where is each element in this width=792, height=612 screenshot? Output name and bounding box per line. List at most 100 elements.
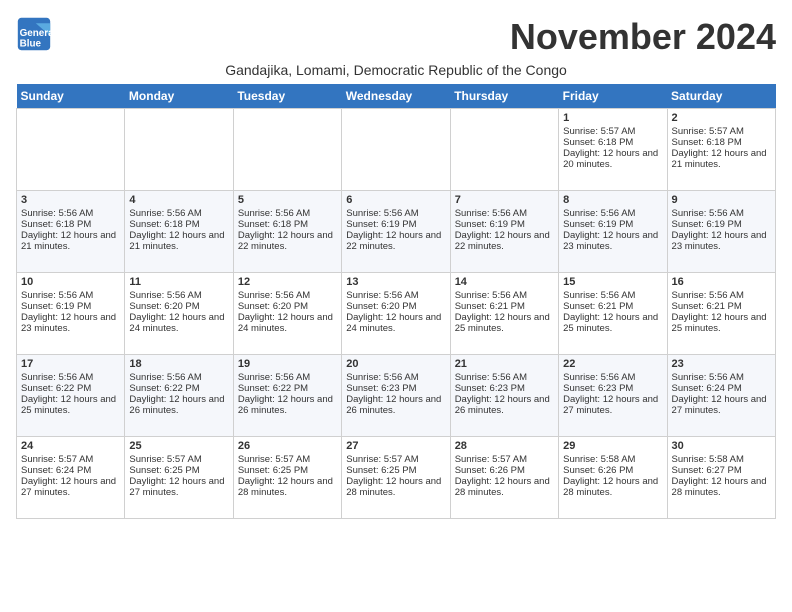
calendar-cell: 15Sunrise: 5:56 AMSunset: 6:21 PMDayligh… <box>559 273 667 355</box>
sunrise-text: Sunrise: 5:56 AM <box>129 372 228 383</box>
daylight-text: Daylight: 12 hours and 28 minutes. <box>346 476 445 498</box>
daylight-text: Daylight: 12 hours and 23 minutes. <box>672 230 771 252</box>
sunset-text: Sunset: 6:19 PM <box>346 219 445 230</box>
daylight-text: Daylight: 12 hours and 25 minutes. <box>455 312 554 334</box>
daylight-text: Daylight: 12 hours and 22 minutes. <box>455 230 554 252</box>
calendar-week-1: 1Sunrise: 5:57 AMSunset: 6:18 PMDaylight… <box>17 109 776 191</box>
day-number: 30 <box>672 440 771 452</box>
daylight-text: Daylight: 12 hours and 26 minutes. <box>129 394 228 416</box>
calendar-cell: 6 Sunrise: 5:56 AMSunset: 6:19 PMDaylight… <box>342 191 450 273</box>
logo: General Blue <box>16 16 52 52</box>
sunrise-text: Sunrise: 5:56 AM <box>21 372 120 383</box>
calendar-header-row: SundayMondayTuesdayWednesdayThursdayFrid… <box>17 84 776 109</box>
sunrise-text: Sunrise: 5:56 AM <box>346 208 445 219</box>
sunrise-text: Sunrise: 5:56 AM <box>563 208 662 219</box>
sunset-text: Sunset: 6:23 PM <box>346 383 445 394</box>
sunset-text: Sunset: 6:22 PM <box>21 383 120 394</box>
day-number: 24 <box>21 440 120 452</box>
calendar-cell: 20Sunrise: 5:56 AMSunset: 6:23 PMDayligh… <box>342 355 450 437</box>
daylight-text: Daylight: 12 hours and 21 minutes. <box>21 230 120 252</box>
sunset-text: Sunset: 6:25 PM <box>346 465 445 476</box>
calendar-cell: 7Sunrise: 5:56 AMSunset: 6:19 PMDaylight… <box>450 191 558 273</box>
day-number: 13 <box>346 276 445 288</box>
day-number: 18 <box>129 358 228 370</box>
daylight-text: Daylight: 12 hours and 22 minutes. <box>238 230 337 252</box>
month-title: November 2024 <box>510 16 776 58</box>
calendar-cell: 12Sunrise: 5:56 AMSunset: 6:20 PMDayligh… <box>233 273 341 355</box>
calendar-cell: 27Sunrise: 5:57 AMSunset: 6:25 PMDayligh… <box>342 437 450 519</box>
day-number: 3 <box>21 194 120 206</box>
calendar-cell: 25Sunrise: 5:57 AMSunset: 6:25 PMDayligh… <box>125 437 233 519</box>
calendar-cell: 23Sunrise: 5:56 AMSunset: 6:24 PMDayligh… <box>667 355 775 437</box>
calendar-cell: 24Sunrise: 5:57 AMSunset: 6:24 PMDayligh… <box>17 437 125 519</box>
day-number: 21 <box>455 358 554 370</box>
day-number: 25 <box>129 440 228 452</box>
day-number: 11 <box>129 276 228 288</box>
sunrise-text: Sunrise: 5:57 AM <box>672 126 771 137</box>
daylight-text: Daylight: 12 hours and 28 minutes. <box>672 476 771 498</box>
calendar-cell: 14Sunrise: 5:56 AMSunset: 6:21 PMDayligh… <box>450 273 558 355</box>
sunset-text: Sunset: 6:22 PM <box>129 383 228 394</box>
daylight-text: Daylight: 12 hours and 23 minutes. <box>563 230 662 252</box>
day-number: 2 <box>672 112 771 124</box>
subtitle: Gandajika, Lomami, Democratic Republic o… <box>16 62 776 78</box>
sunrise-text: Sunrise: 5:56 AM <box>455 290 554 301</box>
sunset-text: Sunset: 6:18 PM <box>238 219 337 230</box>
daylight-text: Daylight: 12 hours and 24 minutes. <box>346 312 445 334</box>
calendar-week-4: 17Sunrise: 5:56 AMSunset: 6:22 PMDayligh… <box>17 355 776 437</box>
sunset-text: Sunset: 6:18 PM <box>129 219 228 230</box>
sunset-text: Sunset: 6:25 PM <box>238 465 337 476</box>
sunset-text: Sunset: 6:21 PM <box>563 301 662 312</box>
sunset-text: Sunset: 6:22 PM <box>238 383 337 394</box>
sunrise-text: Sunrise: 5:56 AM <box>346 290 445 301</box>
calendar-cell: 11Sunrise: 5:56 AMSunset: 6:20 PMDayligh… <box>125 273 233 355</box>
sunrise-text: Sunrise: 5:56 AM <box>238 208 337 219</box>
sunrise-text: Sunrise: 5:57 AM <box>21 454 120 465</box>
calendar-cell: 8Sunrise: 5:56 AMSunset: 6:19 PMDaylight… <box>559 191 667 273</box>
daylight-text: Daylight: 12 hours and 26 minutes. <box>238 394 337 416</box>
calendar-cell: 1Sunrise: 5:57 AMSunset: 6:18 PMDaylight… <box>559 109 667 191</box>
day-number: 15 <box>563 276 662 288</box>
day-number: 27 <box>346 440 445 452</box>
calendar-cell: 13 Sunrise: 5:56 AMSunset: 6:20 PMDayligh… <box>342 273 450 355</box>
calendar-cell: 17Sunrise: 5:56 AMSunset: 6:22 PMDayligh… <box>17 355 125 437</box>
sunrise-text: Sunrise: 5:57 AM <box>563 126 662 137</box>
sunset-text: Sunset: 6:23 PM <box>455 383 554 394</box>
svg-text:Blue: Blue <box>20 39 42 50</box>
calendar-week-2: 3Sunrise: 5:56 AMSunset: 6:18 PMDaylight… <box>17 191 776 273</box>
sunset-text: Sunset: 6:23 PM <box>563 383 662 394</box>
sunrise-text: Sunrise: 5:56 AM <box>129 290 228 301</box>
header-cell-sunday: Sunday <box>17 84 125 109</box>
sunrise-text: Sunrise: 5:56 AM <box>238 372 337 383</box>
title-block: November 2024 <box>510 16 776 58</box>
sunset-text: Sunset: 6:20 PM <box>346 301 445 312</box>
sunset-text: Sunset: 6:19 PM <box>563 219 662 230</box>
header-cell-tuesday: Tuesday <box>233 84 341 109</box>
day-number: 5 <box>238 194 337 206</box>
sunrise-text: Sunrise: 5:56 AM <box>672 372 771 383</box>
calendar-body: 1Sunrise: 5:57 AMSunset: 6:18 PMDaylight… <box>17 109 776 519</box>
day-number: 29 <box>563 440 662 452</box>
calendar-cell: 16Sunrise: 5:56 AMSunset: 6:21 PMDayligh… <box>667 273 775 355</box>
calendar-table: SundayMondayTuesdayWednesdayThursdayFrid… <box>16 84 776 519</box>
sunrise-text: Sunrise: 5:56 AM <box>672 290 771 301</box>
day-number: 6 <box>346 194 445 206</box>
day-number: 28 <box>455 440 554 452</box>
sunset-text: Sunset: 6:26 PM <box>455 465 554 476</box>
daylight-text: Daylight: 12 hours and 25 minutes. <box>672 312 771 334</box>
day-number: 4 <box>129 194 228 206</box>
daylight-text: Daylight: 12 hours and 23 minutes. <box>21 312 120 334</box>
daylight-text: Daylight: 12 hours and 24 minutes. <box>129 312 228 334</box>
sunrise-text: Sunrise: 5:56 AM <box>455 372 554 383</box>
sunset-text: Sunset: 6:18 PM <box>672 137 771 148</box>
sunrise-text: Sunrise: 5:58 AM <box>672 454 771 465</box>
daylight-text: Daylight: 12 hours and 27 minutes. <box>21 476 120 498</box>
daylight-text: Daylight: 12 hours and 22 minutes. <box>346 230 445 252</box>
day-number: 20 <box>346 358 445 370</box>
daylight-text: Daylight: 12 hours and 27 minutes. <box>672 394 771 416</box>
daylight-text: Daylight: 12 hours and 26 minutes. <box>455 394 554 416</box>
header-cell-monday: Monday <box>125 84 233 109</box>
daylight-text: Daylight: 12 hours and 26 minutes. <box>346 394 445 416</box>
logo-icon: General Blue <box>16 16 52 52</box>
day-number: 7 <box>455 194 554 206</box>
